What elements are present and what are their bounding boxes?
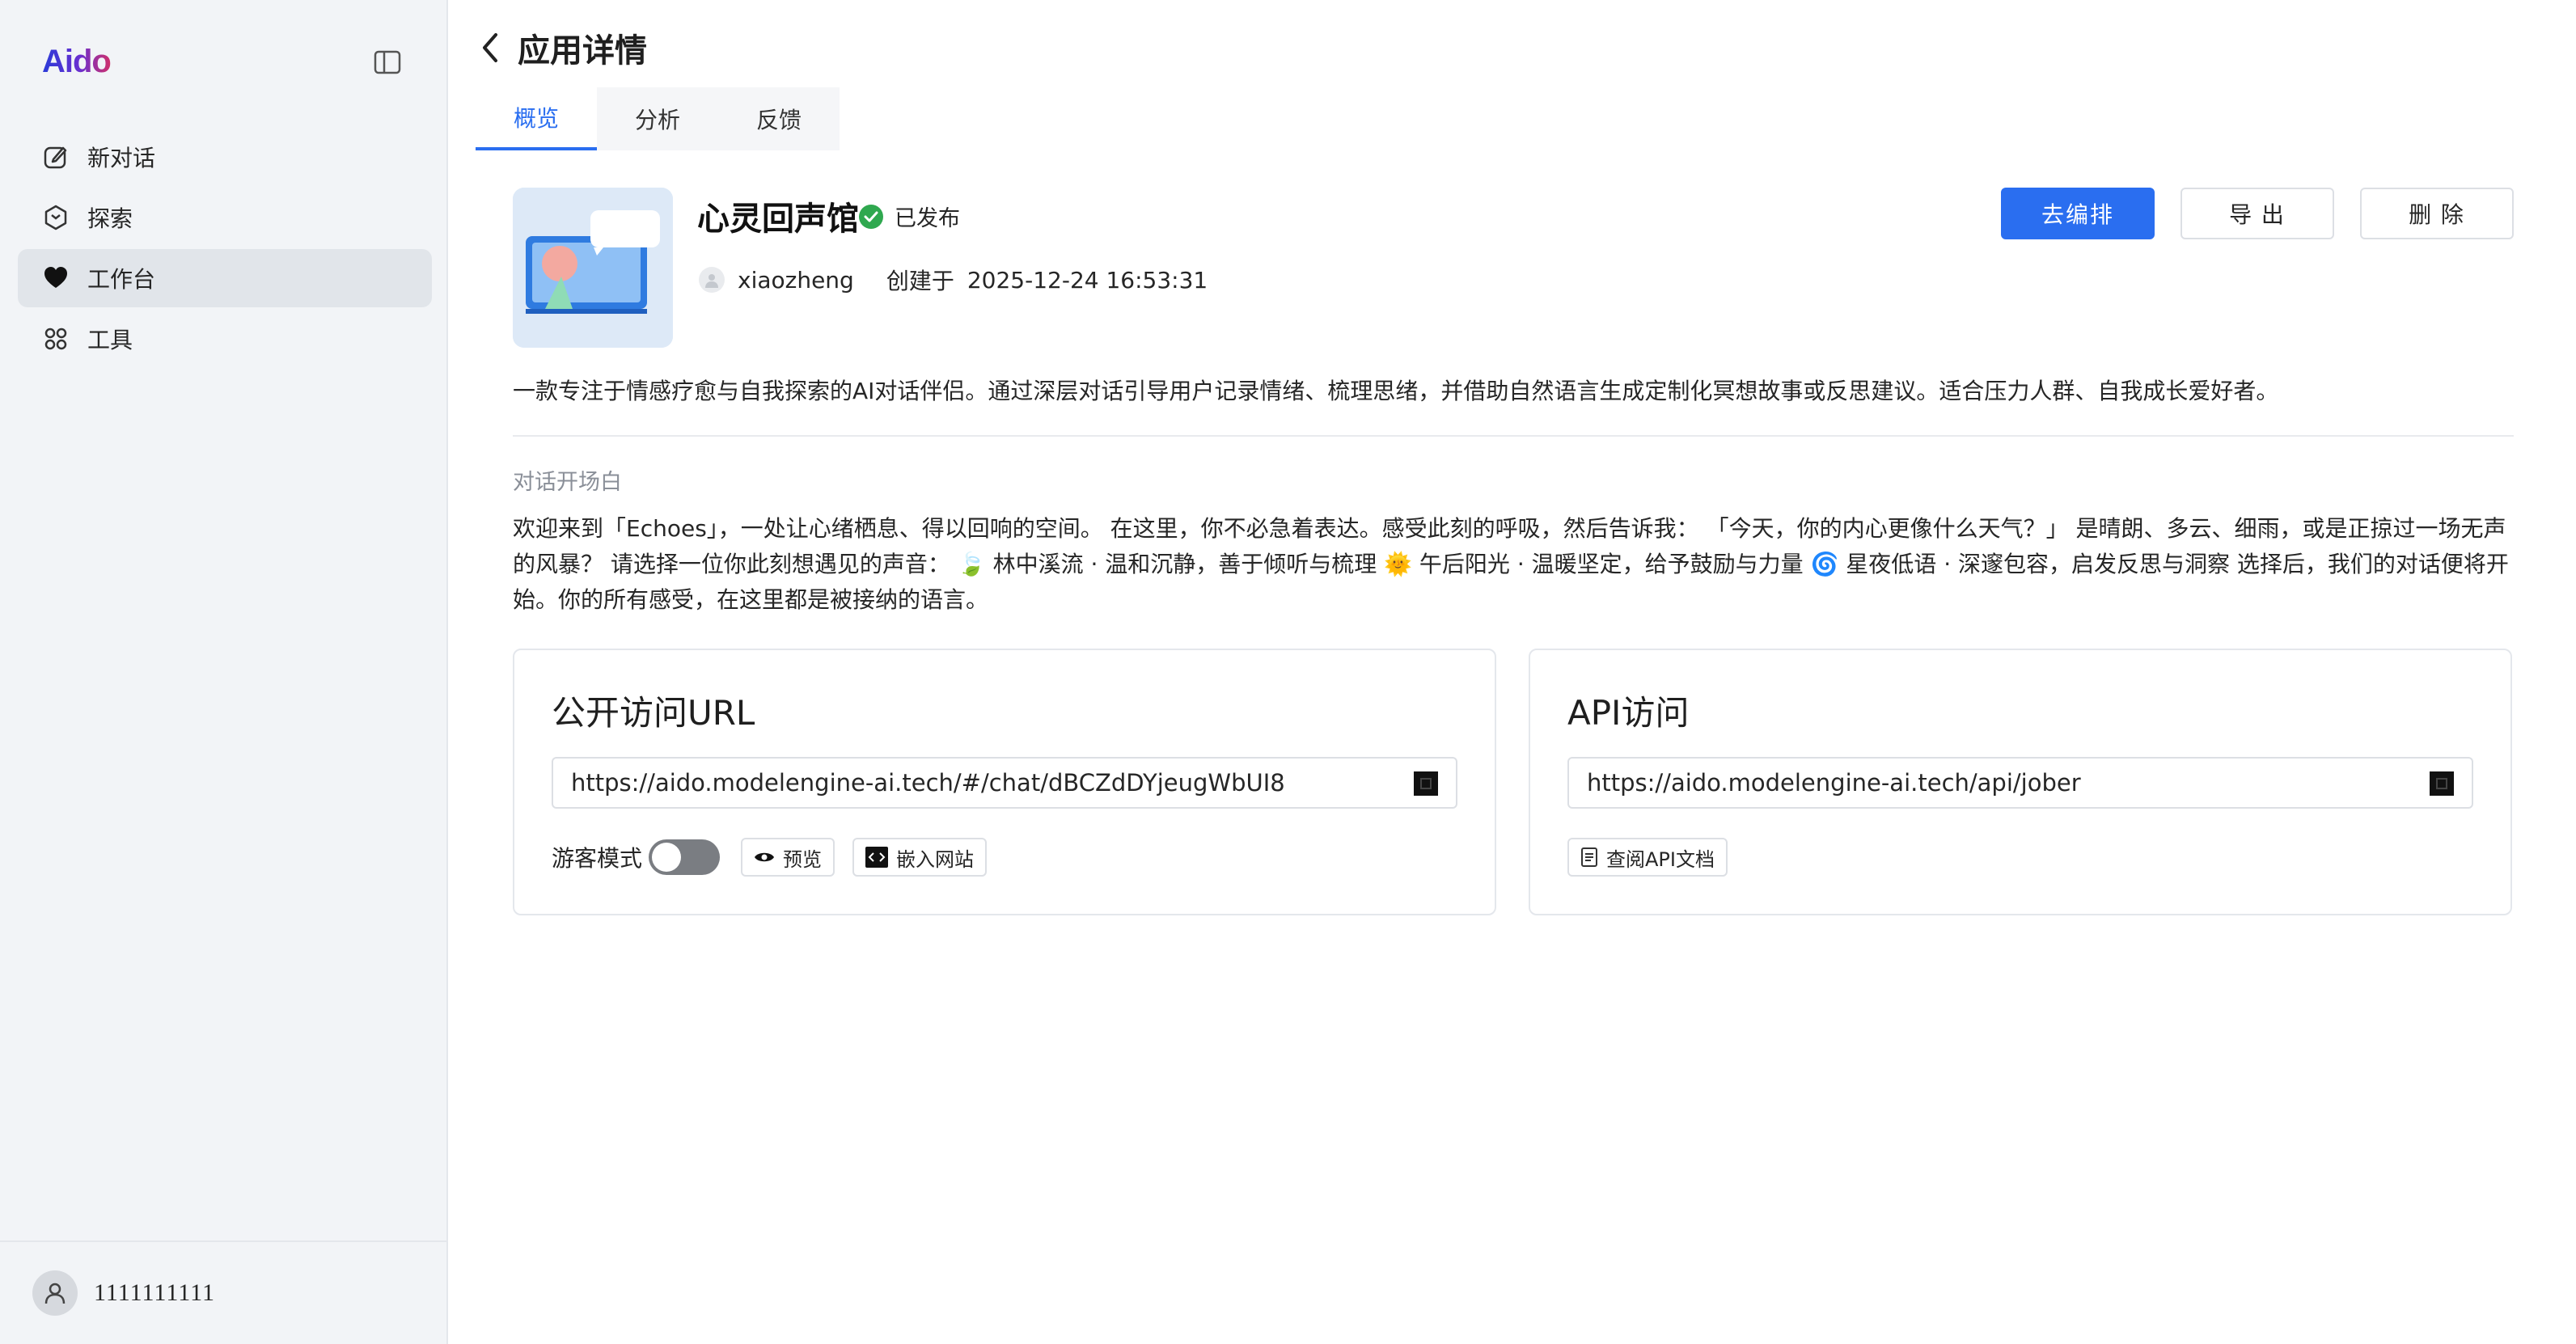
avatar[interactable] — [32, 1270, 78, 1316]
embed-label: 嵌入网站 — [896, 847, 975, 871]
tab-overview[interactable]: 概览 — [476, 87, 597, 150]
author-avatar-icon — [699, 267, 725, 293]
api-card: API访问 https://aido.modelengine-ai.tech/a… — [1529, 649, 2512, 915]
sidebar-item-tools[interactable]: 工具 — [18, 310, 432, 368]
document-icon — [1580, 847, 1598, 868]
sidebar-item-label: 探索 — [87, 205, 133, 232]
delete-button[interactable]: 删 除 — [2360, 188, 2514, 239]
app-header: 心灵回声馆 已发布 xiaozheng 创建于 2025-12-24 16:53… — [513, 188, 2514, 349]
api-url-field[interactable]: https://aido.modelengine-ai.tech/api/job… — [1567, 757, 2473, 809]
public-url-card: 公开访问URL https://aido.modelengine-ai.tech… — [513, 649, 1496, 915]
created-time: 2025-12-24 16:53:31 — [967, 266, 1208, 294]
username: 1111111111 — [94, 1279, 215, 1306]
sidebar-item-label: 工具 — [87, 327, 133, 353]
api-title: API访问 — [1567, 693, 1690, 733]
sidebar-item-explore[interactable]: 探索 — [18, 188, 432, 247]
sidebar-collapse-icon[interactable] — [374, 50, 401, 74]
divider — [513, 435, 2514, 437]
main-content: 应用详情 概览 分析 反馈 心灵回声馆 已发布 xiaozheng 创建于 20… — [450, 0, 2576, 1344]
eye-icon — [754, 851, 775, 864]
export-button[interactable]: 导 出 — [2181, 188, 2334, 239]
app-overview: 心灵回声馆 已发布 xiaozheng 创建于 2025-12-24 16:53… — [513, 188, 2514, 915]
app-logo[interactable]: Aido — [42, 44, 112, 80]
api-options: 查阅API文档 — [1567, 838, 1745, 877]
check-circle-icon — [859, 204, 883, 229]
sidebar-item-new-chat[interactable]: 新对话 — [18, 128, 432, 186]
author-name: xiaozheng — [738, 266, 854, 294]
sidebar-nav: 新对话 探索 工作台 工具 — [18, 128, 432, 370]
status-badge: 已发布 — [859, 201, 960, 232]
embed-button[interactable]: 嵌入网站 — [852, 838, 988, 877]
tab-feedback[interactable]: 反馈 — [718, 87, 840, 150]
sidebar-item-workbench[interactable]: 工作台 — [18, 249, 432, 307]
edit-icon — [42, 143, 70, 171]
user-profile[interactable]: 1111111111 — [0, 1240, 446, 1344]
sidebar-item-label: 新对话 — [87, 145, 156, 171]
tab-bar: 概览 分析 反馈 — [476, 87, 840, 150]
guest-mode-label: 游客模式 — [552, 845, 643, 872]
api-docs-label: 查阅API文档 — [1606, 847, 1715, 871]
heart-icon — [42, 264, 70, 292]
action-buttons: 去编排 导 出 删 除 — [2001, 188, 2514, 239]
api-url-value: https://aido.modelengine-ai.tech/api/job… — [1587, 769, 2081, 797]
public-url-title: 公开访问URL — [552, 693, 755, 733]
public-url-field[interactable]: https://aido.modelengine-ai.tech/#/chat/… — [552, 757, 1457, 809]
grid-icon — [42, 325, 70, 353]
explore-icon — [42, 204, 70, 231]
public-url-value: https://aido.modelengine-ai.tech/#/chat/… — [571, 769, 1285, 797]
toggle-knob — [652, 843, 682, 872]
created-label: 创建于 — [886, 268, 954, 294]
app-description: 一款专注于情感疗愈与自我探索的AI对话伴侣。通过深层对话引导用户记录情绪、梳理思… — [513, 378, 2279, 404]
edit-button[interactable]: 去编排 — [2001, 188, 2155, 239]
app-name: 心灵回声馆 — [697, 201, 859, 238]
opener-label: 对话开场白 — [513, 470, 622, 495]
public-url-options: 游客模式 预览 嵌入网站 — [552, 838, 1005, 877]
sidebar-item-label: 工作台 — [87, 266, 156, 293]
copy-icon[interactable] — [2430, 771, 2454, 796]
tab-analysis[interactable]: 分析 — [597, 87, 718, 150]
opener-text: 欢迎来到「Echoes」，一处让心绪栖息、得以回响的空间。 在这里，你不必急着表… — [513, 515, 2509, 613]
preview-button[interactable]: 预览 — [741, 838, 835, 877]
status-label: 已发布 — [895, 206, 960, 231]
back-icon[interactable] — [474, 26, 506, 70]
guest-mode-toggle[interactable] — [649, 839, 721, 875]
page-header: 应用详情 — [474, 24, 647, 71]
sidebar: Aido 新对话 探索 工作台 工具 1111111111 — [0, 0, 448, 1344]
code-icon — [865, 847, 889, 868]
page-title: 应用详情 — [518, 32, 647, 70]
api-docs-button[interactable]: 查阅API文档 — [1567, 838, 1728, 877]
preview-label: 预览 — [783, 847, 823, 871]
copy-icon[interactable] — [1414, 771, 1438, 796]
app-icon — [513, 188, 673, 348]
app-meta: xiaozheng 创建于 2025-12-24 16:53:31 — [699, 264, 1208, 296]
